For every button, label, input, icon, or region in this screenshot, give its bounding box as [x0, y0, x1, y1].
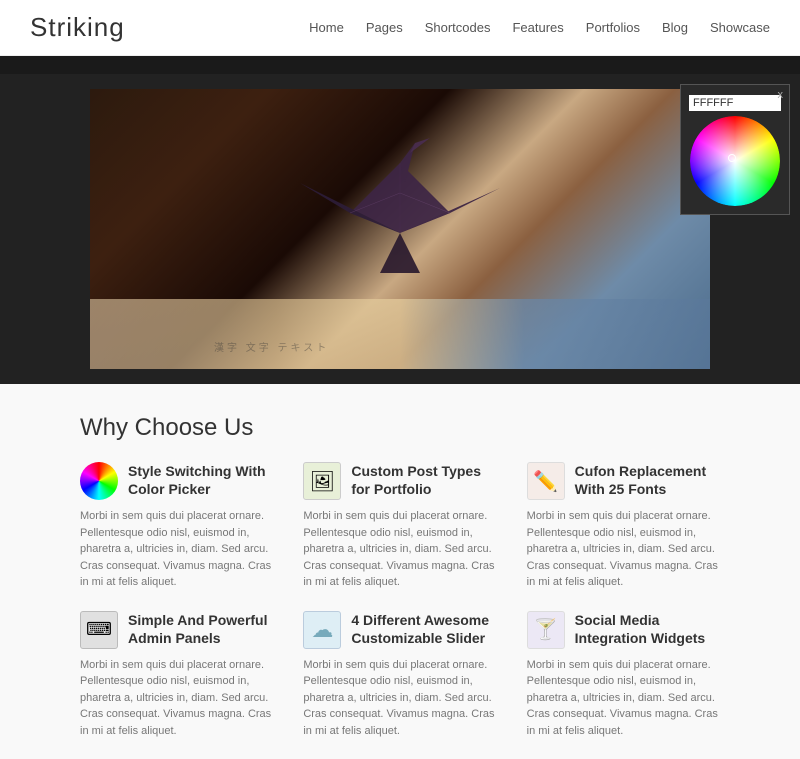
feature-desc-style-switching: Morbi in sem quis dui placerat ornare. P… — [80, 508, 273, 591]
feature-header-slider: ☁ 4 Different Awesome Customizable Slide… — [303, 611, 496, 649]
feature-header-social: 🍸 Social Media Integration Widgets — [527, 611, 720, 649]
feature-slider: ☁ 4 Different Awesome Customizable Slide… — [303, 611, 496, 740]
color-wheel-white-overlay — [690, 116, 780, 206]
nav-item-blog[interactable]: Blog — [662, 20, 688, 35]
origami-bird — [290, 133, 510, 293]
feature-desc-cufon: Morbi in sem quis dui placerat ornare. P… — [527, 508, 720, 591]
features-grid: Style Switching With Color Picker Morbi … — [80, 462, 720, 739]
feature-cufon: ✏️ Cufon Replacement With 25 Fonts Morbi… — [527, 462, 720, 591]
feature-title-social: Social Media Integration Widgets — [575, 611, 720, 647]
feature-desc-custom-post: Morbi in sem quis dui placerat ornare. P… — [303, 508, 496, 591]
hero-section: 漢字 文字 テキスト x — [0, 74, 800, 384]
why-choose-us-section: Why Choose Us Style Switching With Color… — [0, 384, 800, 759]
site-header: Striking Home Pages Shortcodes Features Port… — [0, 0, 800, 56]
nav-item-home[interactable]: Home — [309, 20, 344, 35]
color-picker-panel: x — [680, 84, 790, 215]
feature-header-custom-post: 🖼 Custom Post Types for Portfolio — [303, 462, 496, 500]
feature-icon-custom-post: 🖼 — [303, 462, 341, 500]
feature-desc-slider: Morbi in sem quis dui placerat ornare. P… — [303, 657, 496, 740]
nav-item-shortcodes[interactable]: Shortcodes — [425, 20, 491, 35]
feature-style-switching: Style Switching With Color Picker Morbi … — [80, 462, 273, 591]
feature-icon-social: 🍸 — [527, 611, 565, 649]
feature-header-admin-panels: ⌨ Simple And Powerful Admin Panels — [80, 611, 273, 649]
hero-image: 漢字 文字 テキスト — [90, 89, 710, 369]
feature-icon-style-switching — [80, 462, 118, 500]
nav-item-showcase[interactable]: Showcase — [710, 20, 770, 35]
feature-custom-post: 🖼 Custom Post Types for Portfolio Morbi … — [303, 462, 496, 591]
feature-header-cufon: ✏️ Cufon Replacement With 25 Fonts — [527, 462, 720, 500]
feature-header-style-switching: Style Switching With Color Picker — [80, 462, 273, 500]
main-nav: Home Pages Shortcodes Features Portfolios Blo… — [309, 19, 770, 37]
nav-item-features[interactable]: Features — [512, 20, 563, 35]
feature-social: 🍸 Social Media Integration Widgets Morbi… — [527, 611, 720, 740]
color-wheel-cursor — [728, 154, 736, 162]
feature-icon-cufon: ✏️ — [527, 462, 565, 500]
feature-title-slider: 4 Different Awesome Customizable Slider — [351, 611, 496, 647]
site-logo[interactable]: Striking — [30, 12, 125, 43]
feature-admin-panels: ⌨ Simple And Powerful Admin Panels Morbi… — [80, 611, 273, 740]
feature-icon-slider: ☁ — [303, 611, 341, 649]
dark-strip — [0, 56, 800, 74]
section-title: Why Choose Us — [80, 414, 720, 442]
feature-title-style-switching: Style Switching With Color Picker — [128, 462, 273, 498]
feature-title-admin-panels: Simple And Powerful Admin Panels — [128, 611, 273, 647]
color-wheel[interactable] — [690, 116, 780, 206]
close-icon[interactable]: x — [778, 89, 784, 101]
feature-icon-admin-panels: ⌨ — [80, 611, 118, 649]
feature-title-cufon: Cufon Replacement With 25 Fonts — [575, 462, 720, 498]
nav-item-portfolios[interactable]: Portfolios — [586, 20, 640, 35]
feature-desc-admin-panels: Morbi in sem quis dui placerat ornare. P… — [80, 657, 273, 740]
nav-item-pages[interactable]: Pages — [366, 20, 403, 35]
feature-title-custom-post: Custom Post Types for Portfolio — [351, 462, 496, 498]
feature-desc-social: Morbi in sem quis dui placerat ornare. P… — [527, 657, 720, 740]
hex-input[interactable] — [689, 95, 781, 111]
